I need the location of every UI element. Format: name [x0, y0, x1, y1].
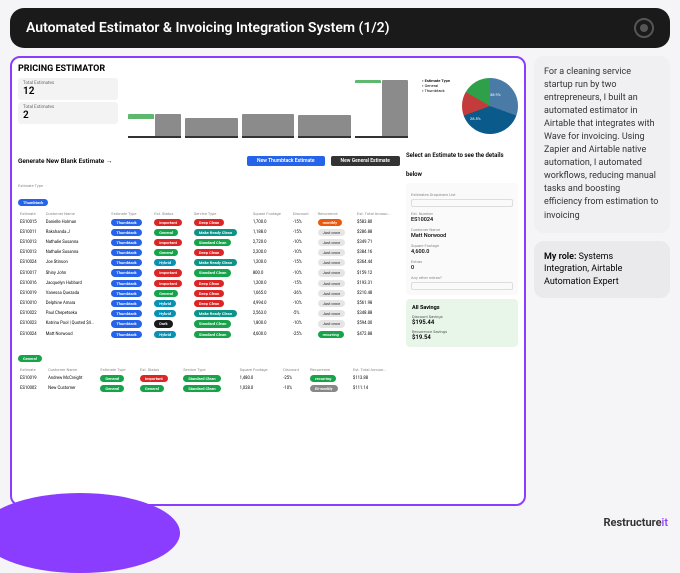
target-icon: [634, 18, 654, 38]
page-title: Automated Estimator & Invoicing Integrat…: [26, 20, 390, 36]
table-row[interactable]: ES10013Nathalie SusannaThumbtackImportan…: [18, 237, 402, 247]
stat-value: 2: [23, 110, 113, 121]
detail-section: Estimate Type Thumbtack EstimateCustomer…: [18, 183, 518, 394]
savings-title: All Savings: [412, 305, 512, 311]
detail-est-number: ES10024: [411, 217, 513, 223]
table-row[interactable]: ES10022Paul ChepetsekaThumbtackHybridMak…: [18, 309, 402, 319]
right-panel: For a cleaning service startup run by tw…: [534, 56, 670, 506]
estimates-table-2: EstimateCustomer NameEstimate TypeEst. S…: [18, 366, 402, 393]
main-content: PRICING ESTIMATOR Total Estimates 12 Tot…: [0, 56, 680, 506]
role-box: My role: Systems Integration, Airtable A…: [534, 241, 670, 299]
table-row[interactable]: ES10013Nathalie SusannaThumbtackGeneralD…: [18, 248, 402, 258]
table-row[interactable]: ES10016Jacquelyn HubbardThumbtackImporta…: [18, 278, 402, 288]
other-extras-input[interactable]: [411, 282, 513, 290]
new-thumbtack-button[interactable]: New Thumbtack Estimate: [247, 156, 324, 166]
table-row[interactable]: ES10002New CustomerGeneralGeneralStandar…: [18, 383, 402, 393]
table-row[interactable]: ES10024Matt NorwoodThumbtackHybridStanda…: [18, 329, 402, 339]
estimator-panel: PRICING ESTIMATOR Total Estimates 12 Tot…: [10, 56, 526, 506]
estimator-title: PRICING ESTIMATOR: [18, 64, 518, 74]
estimates-table: EstimateCustomer NameEstimate TypeEst. S…: [18, 210, 402, 339]
section-tag-2: General: [18, 355, 42, 362]
discount-savings: $195.44: [412, 319, 512, 326]
stat-card: Total Estimates 12: [18, 78, 118, 100]
pie-chart: 38.9% 28.5%: [462, 78, 518, 134]
select-estimate-label: Select an Estimate to see the details be…: [406, 152, 504, 178]
footer-brand: Restructureit: [592, 512, 680, 533]
table-row[interactable]: ES10017Shiny JohnThumbtackImportantStand…: [18, 268, 402, 278]
table-row[interactable]: ES10019Vanessa QuezadaThumbtackGeneralDe…: [18, 288, 402, 298]
stats-column: Total Estimates 12 Total Estimates 2: [18, 78, 118, 138]
detail-sqft: 4,600.0: [411, 249, 513, 255]
page-header: Automated Estimator & Invoicing Integrat…: [10, 8, 670, 48]
estimate-detail-box: Estimates Dropdown List Est. Number ES10…: [406, 183, 518, 295]
table-row[interactable]: ES10011Rakshanda JThumbtackGeneralMake R…: [18, 227, 402, 237]
recurrence-savings: $19.54: [412, 334, 512, 341]
detail-customer: Matt Norwood: [411, 233, 513, 239]
new-general-button[interactable]: New General Estimate: [331, 156, 400, 166]
table-row[interactable]: ES10019Andrew McCreightGeneralImportantS…: [18, 373, 402, 383]
table-row[interactable]: ES10023Katrina Pool | Quoted $4...Thumbt…: [18, 319, 402, 329]
decorative-arc: [0, 493, 180, 573]
stat-value: 12: [23, 86, 113, 97]
estimate-dropdown[interactable]: [411, 199, 513, 207]
estimator-top-row: Total Estimates 12 Total Estimates 2 Est…: [18, 78, 518, 138]
savings-box: All Savings Discount Savings $195.44 Rec…: [406, 299, 518, 347]
detail-column: Estimates Dropdown List Est. Number ES10…: [406, 183, 518, 394]
generate-label: Generate New Blank Estimate →: [18, 157, 112, 165]
table-section: Estimate Type Thumbtack EstimateCustomer…: [18, 183, 402, 394]
table-row[interactable]: ES10010Delphine AmaraThumbtackHybridDeep…: [18, 299, 402, 309]
generate-row: Generate New Blank Estimate → New Thumbt…: [18, 142, 518, 180]
description-box: For a cleaning service startup run by tw…: [534, 56, 670, 233]
table-row[interactable]: ES10015Danielle HolmanThumbtackImportant…: [18, 217, 402, 227]
stat-card: Total Estimates 2: [18, 102, 118, 124]
section-tag: Thumbtack: [18, 199, 48, 206]
detail-extras: 0: [411, 265, 513, 271]
chart-legend: Estimate Type General Thumbtack: [422, 78, 450, 138]
bar-chart: [122, 78, 414, 138]
table-row[interactable]: ES10024Joe StinsonThumbtackHybridMake Re…: [18, 258, 402, 268]
